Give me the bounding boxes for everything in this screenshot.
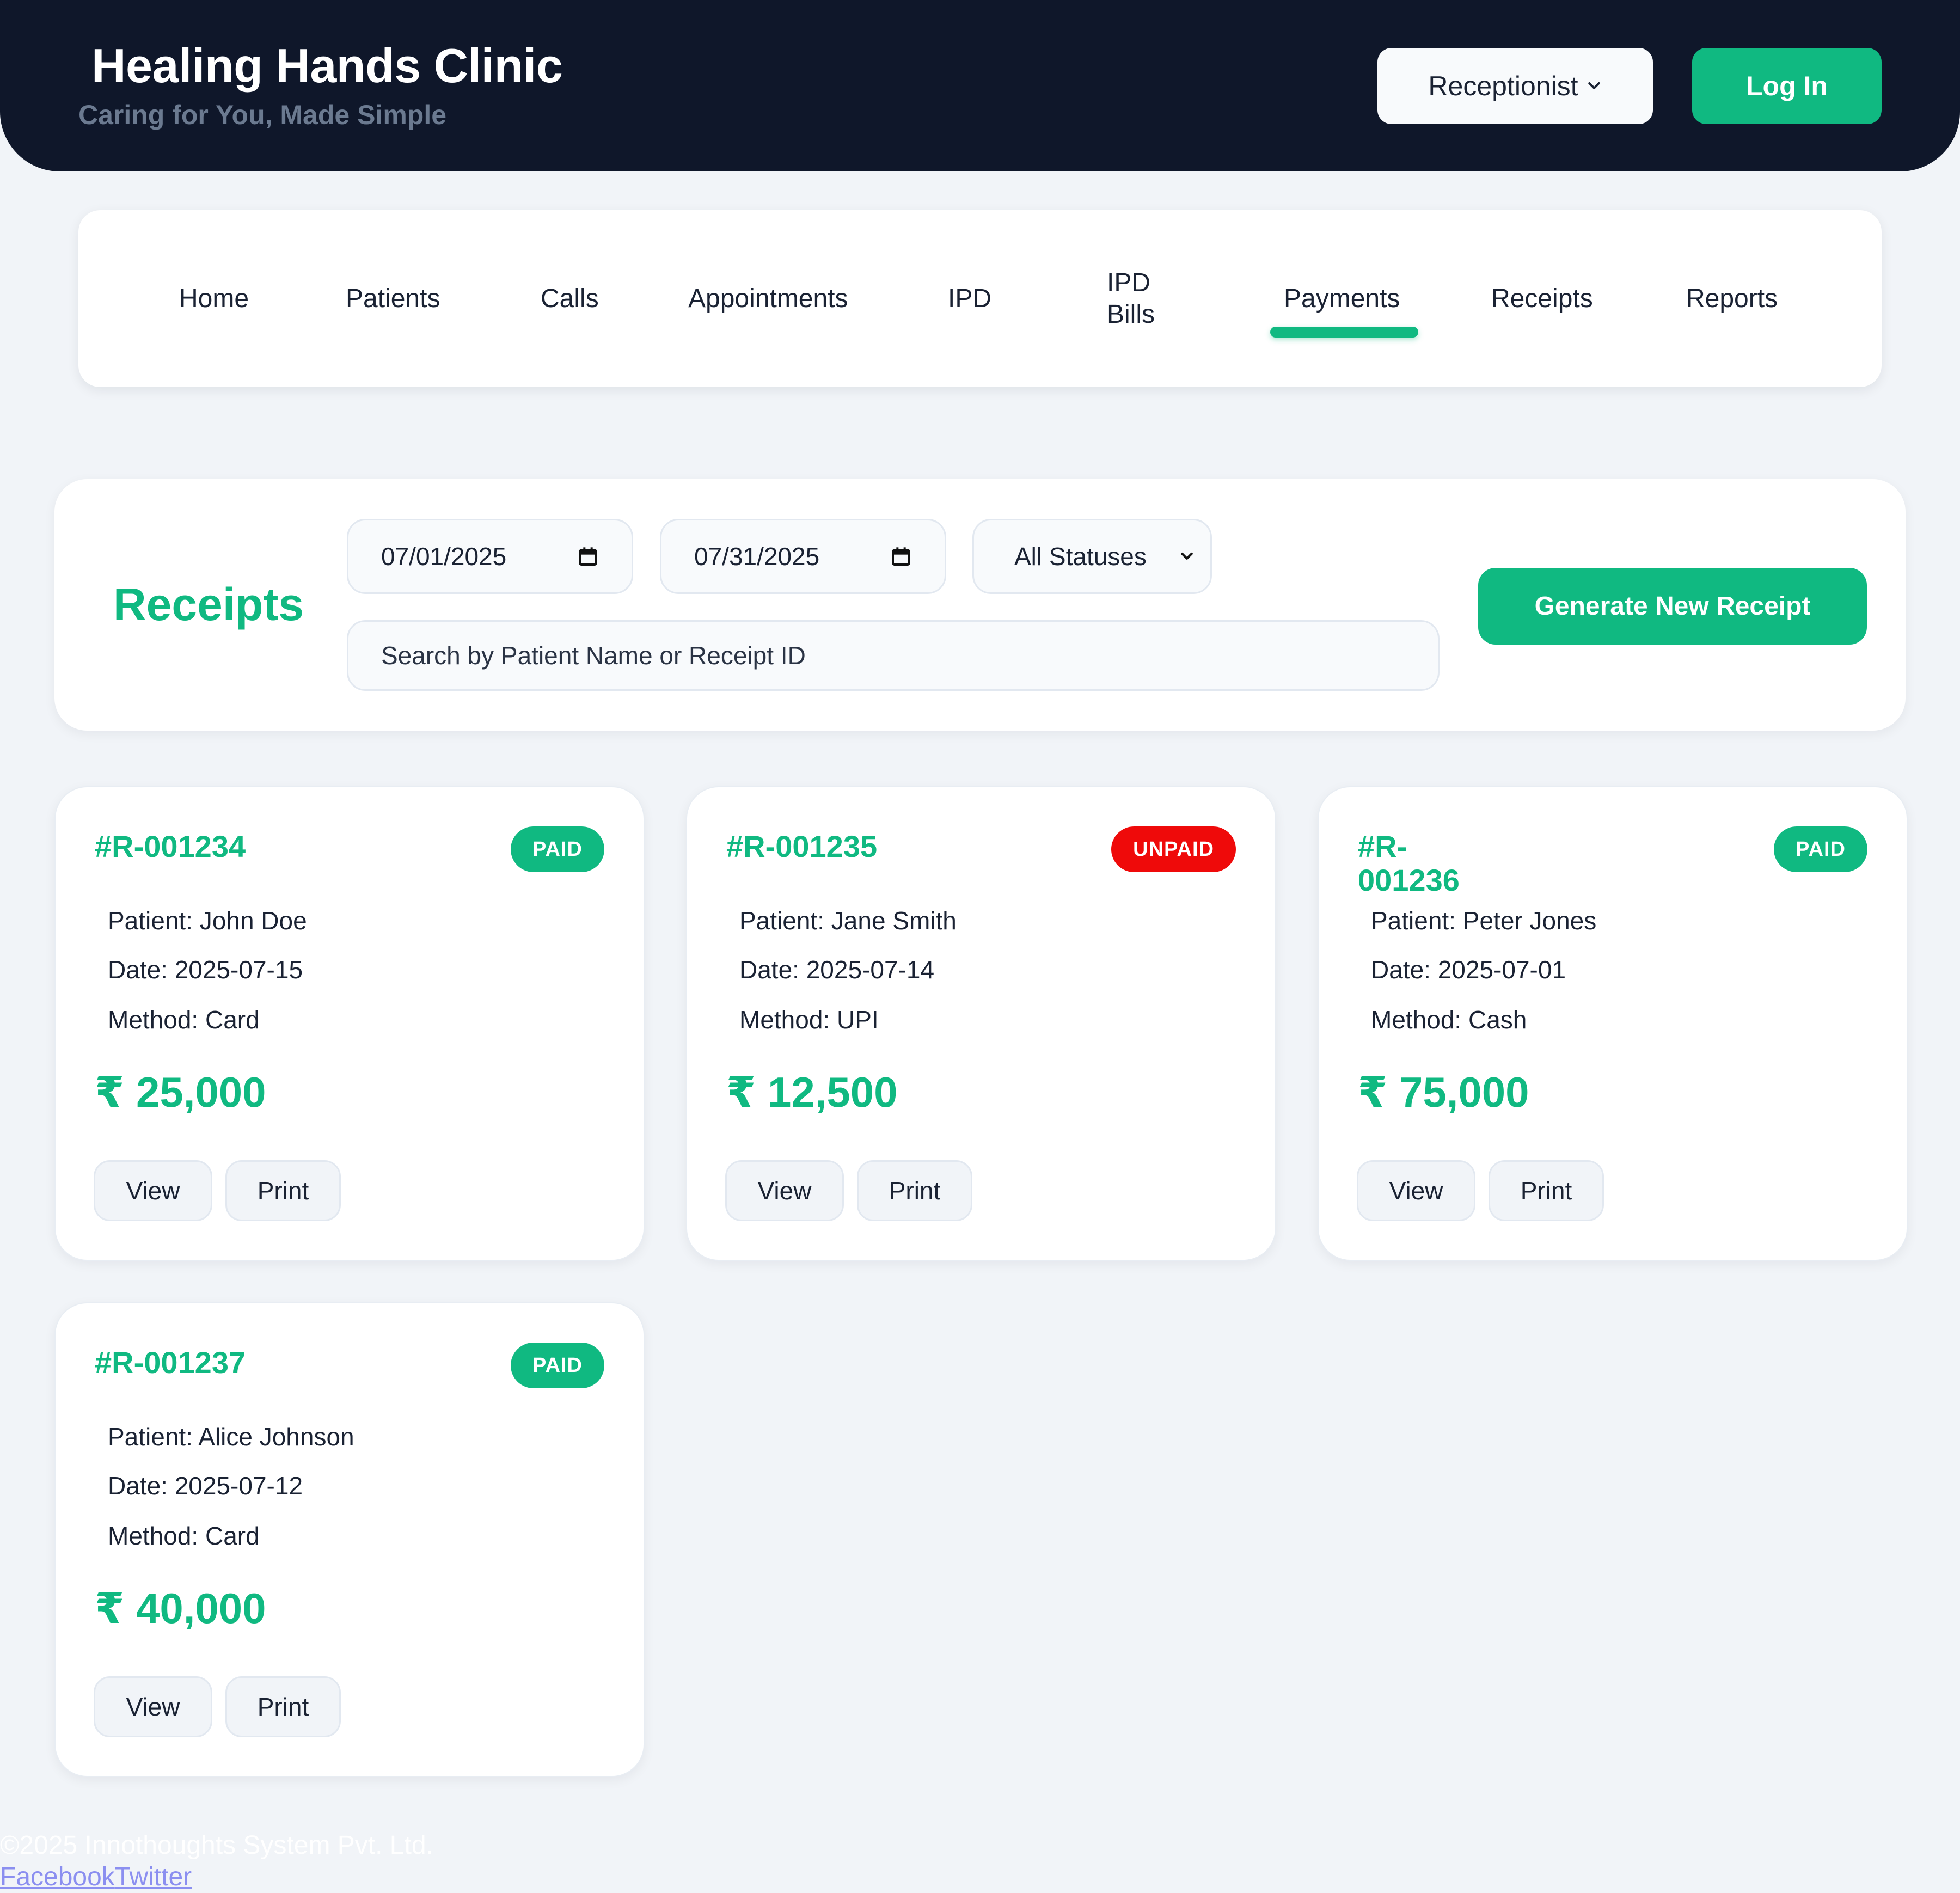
status-badge: UNPAID	[1111, 826, 1236, 872]
receipt-amount: ₹ 25,000	[95, 1068, 266, 1116]
nav-item-receipts[interactable]: Receipts	[1491, 210, 1593, 387]
receipt-method: Method: Cash	[1371, 1006, 1527, 1034]
receipt-id: #R-001236	[1358, 829, 1460, 897]
footer-links: FacebookTwitter	[0, 1862, 192, 1892]
status-select[interactable]: All Statuses	[972, 519, 1212, 594]
status-badge: PAID	[511, 826, 604, 872]
receipt-patient: Patient: Alice Johnson	[108, 1423, 354, 1451]
view-button[interactable]: View	[94, 1676, 212, 1737]
footer-copyright: ©2025 Innothoughts System Pvt. Ltd.	[0, 1831, 433, 1860]
generate-receipt-button[interactable]: Generate New Receipt	[1478, 568, 1867, 645]
receipt-id: #R-001234	[95, 829, 246, 863]
receipt-method: Method: UPI	[739, 1006, 879, 1034]
receipt-date: Date: 2025-07-01	[1371, 955, 1566, 984]
receipt-patient: Patient: Peter Jones	[1371, 906, 1597, 935]
nav-item-ipd[interactable]: IPD	[948, 210, 991, 387]
nav-item-payments[interactable]: Payments	[1284, 210, 1400, 387]
receipt-method: Method: Card	[108, 1522, 260, 1550]
print-button[interactable]: Print	[1489, 1160, 1604, 1221]
receipt-amount: ₹ 40,000	[95, 1584, 266, 1632]
nav-item-calls[interactable]: Calls	[541, 210, 599, 387]
nav-item-appointments[interactable]: Appointments	[688, 210, 848, 387]
date-to-value: 07/31/2025	[694, 542, 820, 571]
chevron-down-icon	[1588, 82, 1600, 89]
receipt-amount: ₹ 12,500	[726, 1068, 898, 1116]
date-from-value: 07/01/2025	[381, 542, 507, 571]
nav-item-ipd-bills[interactable]: IPD Bills	[1107, 210, 1178, 387]
nav-item-reports[interactable]: Reports	[1686, 210, 1778, 387]
receipt-method: Method: Card	[108, 1006, 260, 1034]
print-button[interactable]: Print	[857, 1160, 972, 1221]
status-badge: PAID	[1774, 826, 1867, 872]
role-select-value: Receptionist	[1428, 71, 1578, 101]
date-to-input[interactable]: 07/31/2025	[660, 519, 946, 594]
clinic-title: Healing Hands Clinic	[91, 39, 563, 93]
receipt-amount: ₹ 75,000	[1358, 1068, 1529, 1116]
view-button[interactable]: View	[1357, 1160, 1475, 1221]
clinic-tagline: Caring for You, Made Simple	[78, 100, 447, 130]
role-select[interactable]: Receptionist	[1377, 48, 1653, 124]
main-nav: Home Patients Calls Appointments IPD IPD…	[78, 210, 1882, 387]
date-from-input[interactable]: 07/01/2025	[347, 519, 633, 594]
login-button[interactable]: Log In	[1692, 48, 1882, 124]
view-button[interactable]: View	[725, 1160, 844, 1221]
search-input[interactable]: Search by Patient Name or Receipt ID	[347, 620, 1440, 691]
page-title: Receipts	[113, 579, 304, 630]
print-button[interactable]: Print	[225, 1160, 341, 1221]
receipt-date: Date: 2025-07-14	[739, 955, 935, 984]
nav-item-patients[interactable]: Patients	[346, 210, 440, 387]
chevron-down-icon	[1181, 552, 1193, 560]
receipt-patient: Patient: John Doe	[108, 906, 307, 935]
twitter-link[interactable]: Twitter	[115, 1863, 192, 1891]
receipt-card: #R-001236 PAID Patient: Peter Jones Date…	[1318, 786, 1908, 1261]
print-button[interactable]: Print	[225, 1676, 341, 1737]
receipt-card: #R-001235 UNPAID Patient: Jane Smith Dat…	[686, 786, 1276, 1261]
receipt-id: #R-001237	[95, 1345, 246, 1380]
search-placeholder: Search by Patient Name or Receipt ID	[381, 641, 806, 670]
receipt-patient: Patient: Jane Smith	[739, 906, 957, 935]
status-select-value: All Statuses	[1014, 542, 1147, 571]
nav-active-indicator	[1270, 327, 1418, 338]
status-badge: PAID	[511, 1343, 604, 1388]
receipt-date: Date: 2025-07-12	[108, 1472, 303, 1500]
calendar-icon[interactable]	[577, 546, 599, 567]
receipt-date: Date: 2025-07-15	[108, 955, 303, 984]
app-header: Healing Hands Clinic Caring for You, Mad…	[0, 0, 1960, 171]
facebook-link[interactable]: Facebook	[0, 1863, 115, 1891]
receipt-card: #R-001237 PAID Patient: Alice Johnson Da…	[54, 1302, 645, 1777]
receipt-id: #R-001235	[726, 829, 878, 863]
nav-item-home[interactable]: Home	[179, 210, 249, 387]
view-button[interactable]: View	[94, 1160, 212, 1221]
receipt-card: #R-001234 PAID Patient: John Doe Date: 2…	[54, 786, 645, 1261]
filter-panel: Receipts 07/01/2025 07/31/2025 All Statu…	[54, 479, 1906, 731]
calendar-icon[interactable]	[890, 546, 912, 567]
